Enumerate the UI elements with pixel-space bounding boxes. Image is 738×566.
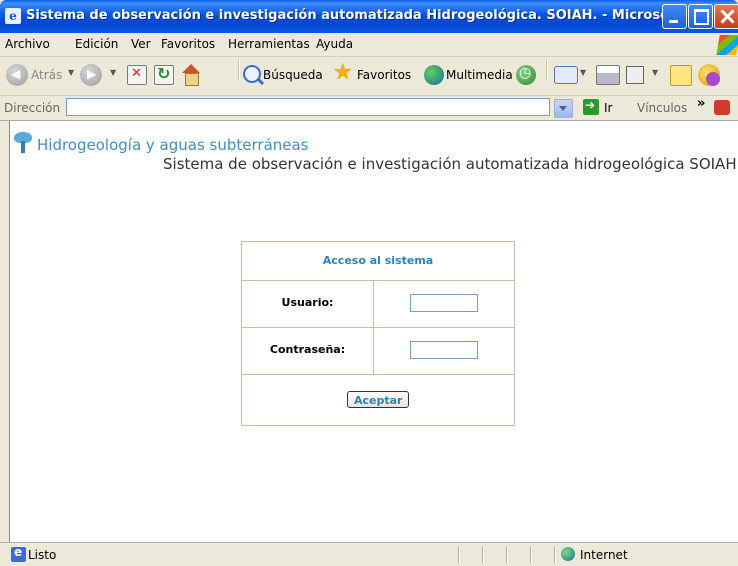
menu-herramientas[interactable]: Herramientas [228, 37, 310, 51]
refresh-icon [154, 64, 174, 85]
messenger-button[interactable] [698, 64, 722, 88]
home-icon [180, 64, 202, 86]
menu-ayuda[interactable]: Ayuda [316, 37, 353, 51]
links-label[interactable]: Vínculos [637, 101, 687, 115]
page-icon [11, 545, 26, 562]
browser-window: e Sistema de observación e investigación… [0, 0, 738, 566]
toolbar-separator [238, 59, 240, 81]
stop-icon [127, 65, 147, 85]
favorites-button[interactable]: ★ Favoritos [333, 60, 419, 88]
tree-logo-icon [14, 132, 32, 153]
mail-icon [554, 66, 578, 84]
address-bar: Dirección Ir Vínculos » [0, 96, 738, 121]
media-icon [424, 65, 444, 85]
login-title: Acceso al sistema [322, 254, 434, 267]
search-icon [243, 65, 261, 83]
menu-bar: Archivo Edición Ver Favoritos Herramient… [0, 33, 738, 57]
back-label: Atrás [31, 68, 63, 82]
menu-ver[interactable]: Ver [131, 37, 151, 51]
print-icon [596, 65, 620, 85]
site-title: Hidrogeología y aguas subterráneas [37, 136, 309, 154]
close-button[interactable] [714, 4, 738, 29]
media-button[interactable]: Multimedia [424, 64, 513, 88]
home-button[interactable] [180, 64, 204, 88]
internet-zone-icon [561, 547, 575, 561]
messenger-icon [698, 64, 720, 86]
history-icon [516, 65, 536, 85]
refresh-button[interactable] [154, 64, 174, 88]
edit-button[interactable]: ▼ [626, 64, 662, 88]
zone-text: Internet [580, 548, 628, 562]
menu-favoritos[interactable]: Favoritos [161, 37, 215, 51]
password-input[interactable] [410, 341, 478, 359]
toolbar: Atrás ▼ ▼ Búsqueda ★ Favoritos Multimedi… [0, 57, 738, 96]
mail-button[interactable]: ▼ [554, 64, 590, 88]
forward-button[interactable]: ▼ [80, 64, 126, 88]
back-dropdown-icon[interactable]: ▼ [68, 68, 74, 77]
toolbar-separator [546, 59, 548, 81]
accept-button[interactable]: Aceptar [347, 391, 409, 408]
status-bar: Listo Internet [0, 542, 738, 566]
address-input[interactable] [66, 98, 550, 116]
maximize-button[interactable] [688, 4, 713, 29]
links-chevron-icon[interactable]: » [697, 96, 705, 111]
menu-edicion[interactable]: Edición [75, 37, 118, 51]
link-site-icon[interactable] [714, 100, 730, 115]
password-row: Contraseña: [242, 327, 514, 375]
login-form: Acceso al sistema Usuario: Contraseña: A… [241, 241, 515, 426]
edit-dropdown-icon[interactable]: ▼ [652, 68, 658, 77]
username-row: Usuario: [242, 280, 514, 328]
system-title: Sistema de observación e investigación a… [163, 155, 737, 173]
go-arrow-icon[interactable] [583, 98, 599, 115]
forward-arrow-icon [80, 64, 102, 86]
discuss-button[interactable] [670, 64, 692, 88]
back-arrow-icon [6, 64, 28, 86]
submit-row: Aceptar [242, 374, 514, 425]
favorites-label: Favoritos [357, 68, 412, 82]
status-text: Listo [28, 548, 57, 562]
note-icon [670, 65, 692, 86]
forward-dropdown-icon[interactable]: ▼ [110, 68, 116, 77]
back-button[interactable]: Atrás ▼ [6, 64, 76, 88]
address-dropdown-icon[interactable] [554, 99, 573, 118]
media-label: Multimedia [446, 68, 513, 82]
history-button[interactable] [516, 64, 540, 88]
edit-icon [626, 66, 644, 84]
menu-archivo[interactable]: Archivo [5, 37, 50, 51]
search-button[interactable]: Búsqueda [243, 64, 327, 88]
windows-flag-icon [716, 35, 738, 55]
stop-button[interactable] [127, 64, 147, 88]
username-input[interactable] [410, 294, 478, 312]
go-button[interactable]: Ir [604, 101, 612, 115]
password-label: Contraseña: [269, 343, 346, 356]
address-label: Dirección [4, 101, 61, 115]
page-content: Hidrogeología y aguas subterráneas Siste… [9, 121, 738, 542]
print-button[interactable] [596, 64, 620, 88]
mail-dropdown-icon[interactable]: ▼ [580, 68, 586, 77]
login-header-row: Acceso al sistema [242, 242, 514, 281]
search-label: Búsqueda [263, 68, 323, 82]
ie-logo-icon: e [5, 8, 21, 24]
minimize-button[interactable] [662, 4, 687, 29]
window-title: Sistema de observación e investigación a… [26, 8, 666, 23]
title-bar: e Sistema de observación e investigación… [0, 0, 738, 33]
star-icon: ★ [333, 60, 353, 85]
username-label: Usuario: [281, 296, 334, 309]
